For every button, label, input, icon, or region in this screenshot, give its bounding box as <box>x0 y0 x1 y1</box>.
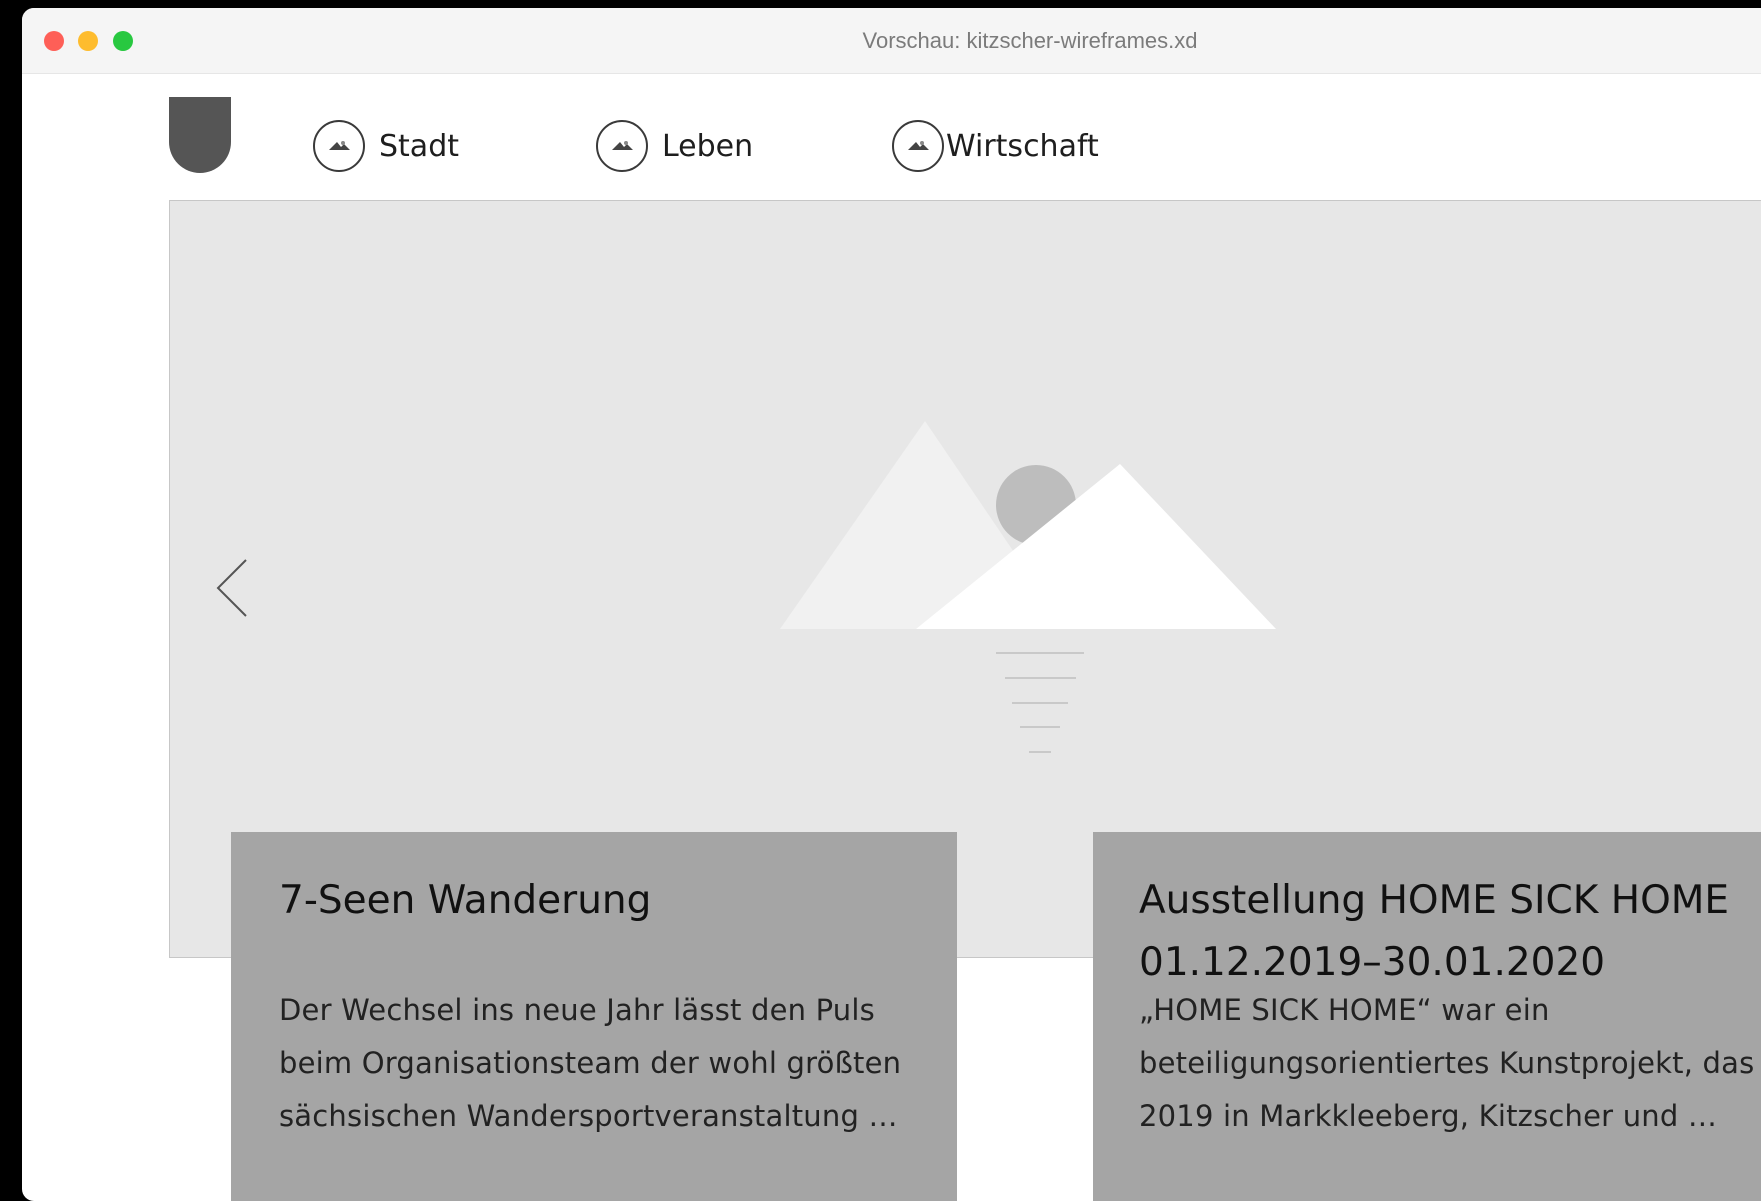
card-text-line: sächsischen Wandersportveranstaltung … <box>279 1099 898 1133</box>
card-text-line: beteiligungsorientiertes Kunstprojekt, d… <box>1139 1046 1755 1080</box>
nav-label-wirtschaft: Wirtschaft <box>946 128 1099 164</box>
chevron-left-icon[interactable] <box>214 556 250 624</box>
card-text: „HOME SICK HOME“ war ein beteiligungsori… <box>1139 984 1761 1143</box>
card-text-line: beim Organisationsteam der wohl größten <box>279 1046 902 1080</box>
card-text-line: Der Wechsel ins neue Jahr lässt den Puls <box>279 993 875 1027</box>
nav-item-leben[interactable]: Leben <box>596 118 753 174</box>
landscape-icon <box>892 120 944 172</box>
title-bar: Vorschau: kitzscher-wireframes.xd <box>22 8 1761 74</box>
window-title: Vorschau: kitzscher-wireframes.xd <box>862 28 1198 53</box>
nav-label-stadt: Stadt <box>379 128 459 164</box>
teaser-card-wanderung[interactable]: 7-Seen Wanderung Der Wechsel ins neue Ja… <box>231 832 957 1201</box>
image-placeholder-icon <box>780 421 1280 785</box>
nav-label-leben: Leben <box>662 128 754 164</box>
card-text-line: 2019 in Markkleeberg, Kitzscher und … <box>1139 1099 1718 1133</box>
preview-window: Vorschau: kitzscher-wireframes.xd Stadt … <box>22 8 1761 1201</box>
card-text-line: „HOME SICK HOME“ war ein <box>1139 993 1550 1027</box>
card-title: 7-Seen Wanderung <box>279 878 652 923</box>
card-title-line: Ausstellung HOME SICK HOME <box>1139 878 1730 923</box>
card-text: Der Wechsel ins neue Jahr lässt den Puls… <box>279 984 939 1143</box>
teaser-card-ausstellung[interactable]: Ausstellung HOME SICK HOME 01.12.2019–30… <box>1093 832 1761 1201</box>
card-title: Ausstellung HOME SICK HOME 01.12.2019–30… <box>1139 870 1729 994</box>
nav-item-stadt[interactable]: Stadt <box>313 118 459 174</box>
site-logo[interactable] <box>169 97 231 173</box>
landscape-icon <box>596 120 648 172</box>
landscape-icon <box>313 120 365 172</box>
nav-item-wirtschaft[interactable]: Wirtschaft <box>892 118 1099 174</box>
